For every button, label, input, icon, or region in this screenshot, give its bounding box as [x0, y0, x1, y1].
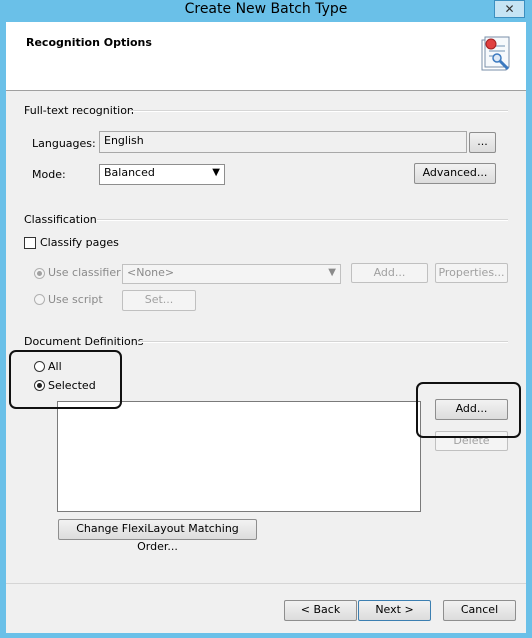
group-divider	[130, 110, 508, 112]
next-button[interactable]: Next >	[358, 600, 431, 621]
mode-select[interactable]: Balanced ▼	[99, 164, 225, 185]
group-divider	[97, 219, 508, 221]
mode-value: Balanced	[104, 166, 155, 179]
highlight-box	[9, 350, 122, 409]
wizard-header	[6, 22, 526, 91]
mode-label: Mode:	[32, 168, 66, 181]
chevron-down-icon: ▼	[328, 267, 336, 278]
languages-field[interactable]: English	[99, 131, 467, 153]
highlight-box	[416, 382, 521, 438]
radio-dot	[37, 271, 42, 276]
classifier-select[interactable]: <None> ▼	[122, 264, 341, 284]
classify-pages-label: Classify pages	[40, 236, 119, 249]
languages-label: Languages:	[32, 137, 96, 150]
group-divider	[138, 341, 508, 343]
languages-browse-button[interactable]: ...	[469, 132, 496, 153]
cancel-button[interactable]: Cancel	[443, 600, 516, 621]
close-icon: ✕	[504, 2, 515, 16]
use-classifier-label: Use classifier	[48, 266, 121, 279]
use-classifier-radio[interactable]	[34, 268, 45, 279]
chevron-down-icon: ▼	[212, 167, 220, 178]
page-title: Recognition Options	[26, 36, 152, 49]
back-button[interactable]: < Back	[284, 600, 357, 621]
use-script-radio[interactable]	[34, 294, 45, 305]
classify-pages-checkbox[interactable]	[24, 237, 36, 249]
footer-divider	[6, 583, 526, 584]
change-matching-order-button[interactable]: Change FlexiLayout Matching Order...	[58, 519, 257, 553]
wizard-document-icon	[479, 34, 513, 74]
use-script-label: Use script	[48, 293, 103, 306]
window-title: Create New Batch Type	[184, 1, 348, 17]
close-button[interactable]: ✕	[494, 0, 525, 18]
classification-group-label: Classification	[24, 213, 97, 226]
classifier-add-button[interactable]: Add...	[351, 263, 428, 283]
document-definitions-list[interactable]	[57, 401, 421, 512]
classifier-properties-button[interactable]: Properties...	[435, 263, 508, 283]
script-set-button[interactable]: Set...	[122, 290, 196, 311]
advanced-button[interactable]: Advanced...	[414, 163, 496, 184]
classifier-value: <None>	[127, 266, 175, 279]
full-text-group-label: Full-text recognition	[24, 104, 134, 117]
document-definitions-group-label: Document Definitions	[24, 335, 144, 348]
